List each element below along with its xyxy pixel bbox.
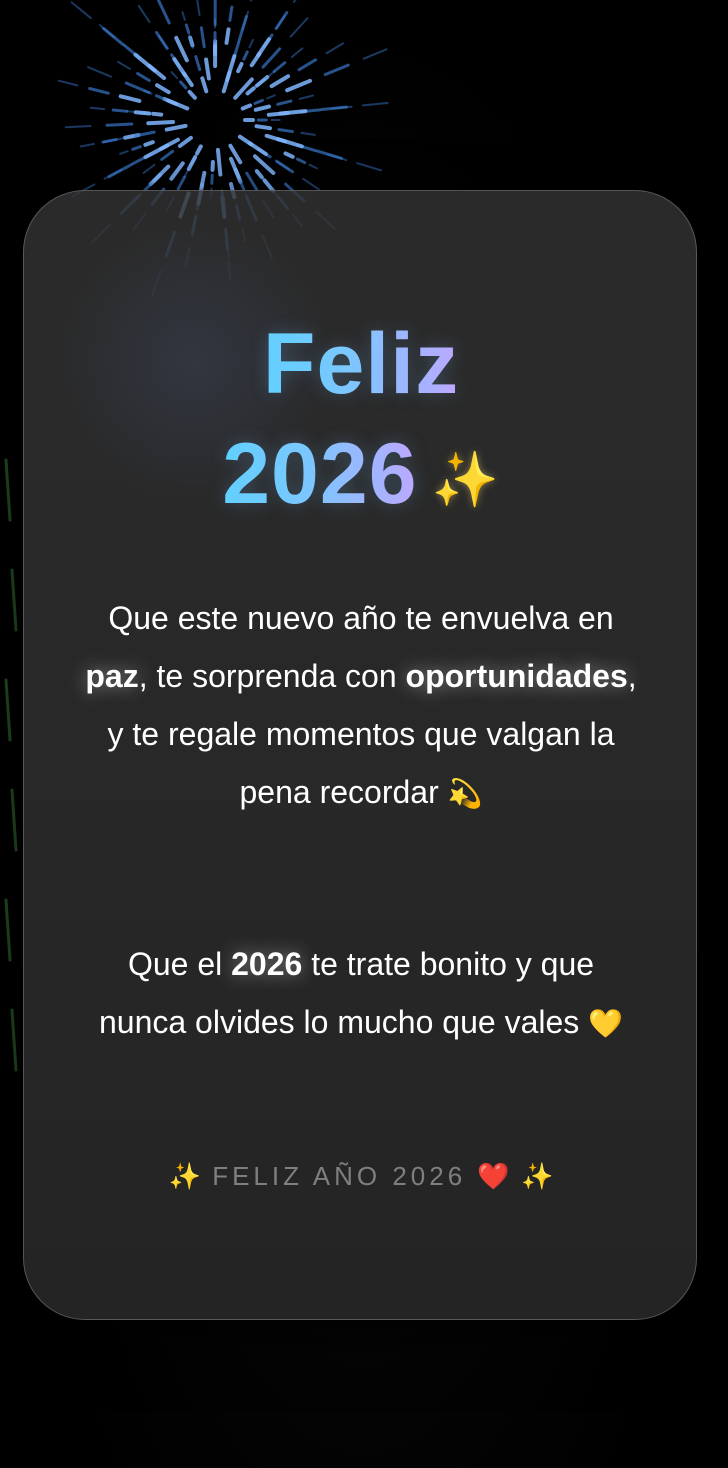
message-text: Que el	[127, 946, 232, 982]
sparkles-icon: ✨	[168, 1161, 201, 1191]
title-year: 2026	[222, 426, 418, 522]
sparkles-icon: ✨	[431, 450, 500, 511]
footer-greeting: ✨ FELIZ AÑO 2026 ❤️ ✨	[24, 1161, 696, 1192]
dizzy-icon: 💫	[447, 778, 483, 809]
message-text: , te sorprenda con	[138, 658, 406, 694]
message-highlight-year: 2026	[231, 946, 303, 982]
yellow-heart-icon: 💛	[588, 1008, 624, 1039]
title-line-1: Feliz	[24, 321, 696, 407]
title-feliz: Feliz	[262, 316, 460, 412]
message-paragraph-2: Que el 2026 te trate bonito y que nunca …	[84, 935, 638, 1053]
greeting-card: Feliz 2026 ✨ Que este nuevo año te envuel…	[23, 190, 697, 1320]
message-highlight-oportunidades: oportunidades	[405, 658, 628, 694]
sparkles-icon: ✨	[521, 1161, 554, 1191]
red-heart-icon: ❤️	[477, 1161, 510, 1191]
message-paragraph-1: Que este nuevo año te envuelva en paz, t…	[84, 589, 638, 823]
message-text: Que este nuevo año te envuelva en	[108, 600, 614, 636]
title-line-2: 2026 ✨	[24, 431, 696, 517]
footer-text: FELIZ AÑO 2026	[212, 1161, 467, 1191]
message-highlight-paz: paz	[85, 658, 139, 694]
